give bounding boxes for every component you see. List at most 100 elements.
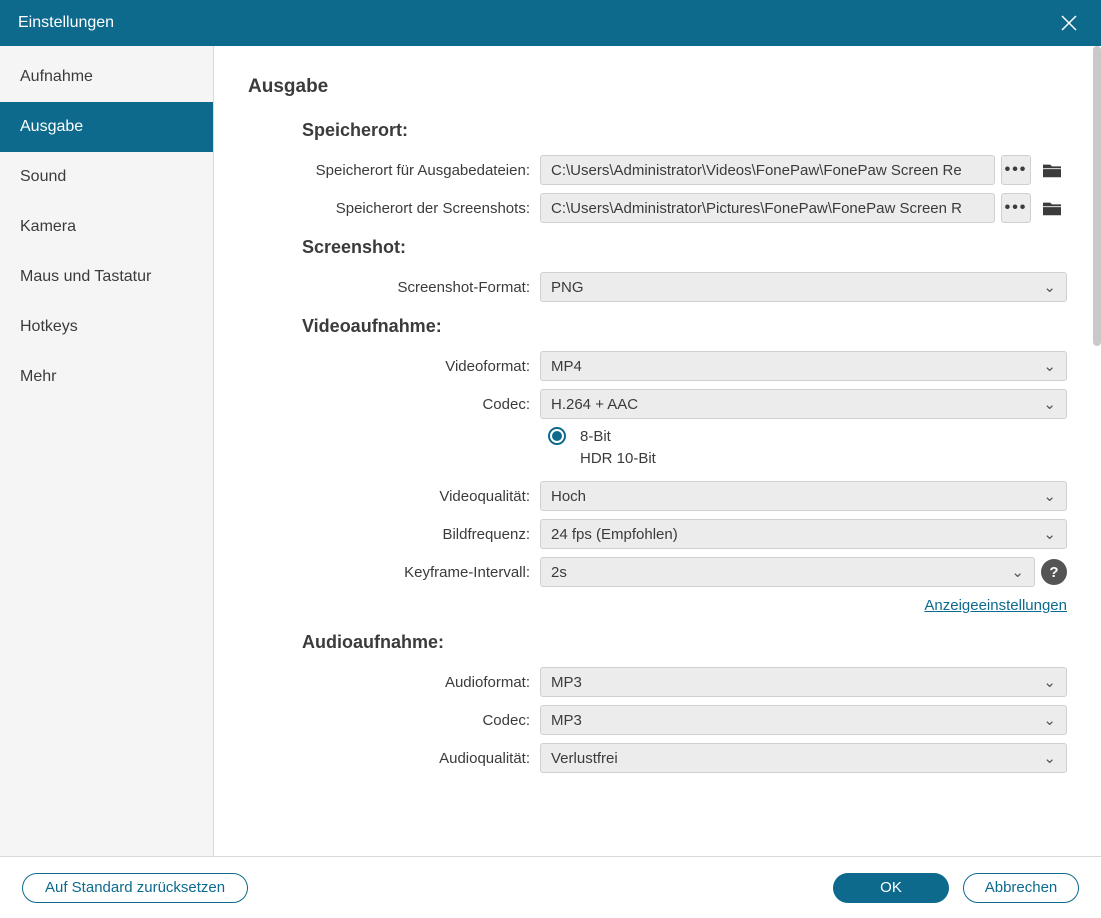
chevron-down-icon: ⌄ bbox=[1043, 395, 1056, 413]
chevron-down-icon: ⌄ bbox=[1043, 278, 1056, 296]
label-output-path: Speicherort für Ausgabedateien: bbox=[248, 162, 540, 179]
radio-icon-unselected bbox=[548, 449, 566, 467]
label-keyframe: Keyframe-Intervall: bbox=[248, 564, 540, 581]
dropdown-value: 24 fps (Empfohlen) bbox=[551, 526, 678, 543]
label-framerate: Bildfrequenz: bbox=[248, 526, 540, 543]
audio-format-dropdown[interactable]: MP3 ⌄ bbox=[540, 667, 1067, 697]
body: Aufnahme Ausgabe Sound Kamera Maus und T… bbox=[0, 46, 1101, 856]
sidebar-item-sound[interactable]: Sound bbox=[0, 152, 213, 202]
label-audio-quality: Audioqualität: bbox=[248, 750, 540, 767]
ok-button[interactable]: OK bbox=[833, 873, 949, 903]
row-keyframe: Keyframe-Intervall: 2s ⌄ ? bbox=[248, 557, 1067, 587]
section-title-storage: Speicherort: bbox=[302, 120, 1067, 141]
sidebar-item-aufnahme[interactable]: Aufnahme bbox=[0, 52, 213, 102]
folder-icon bbox=[1043, 200, 1061, 216]
folder-icon bbox=[1043, 162, 1061, 178]
ellipsis-icon: ••• bbox=[1005, 161, 1028, 179]
label-screenshot-path: Speicherort der Screenshots: bbox=[248, 200, 540, 217]
sidebar-item-label: Maus und Tastatur bbox=[20, 268, 151, 286]
button-label: Abbrechen bbox=[985, 879, 1058, 896]
label-audio-codec: Codec: bbox=[248, 712, 540, 729]
display-settings-link[interactable]: Anzeigeeinstellungen bbox=[924, 597, 1067, 614]
screenshot-path-value: C:\Users\Administrator\Pictures\FonePaw\… bbox=[551, 200, 962, 217]
section-title-screenshot: Screenshot: bbox=[302, 237, 1067, 258]
row-audio-quality: Audioqualität: Verlustfrei ⌄ bbox=[248, 743, 1067, 773]
label-video-format: Videoformat: bbox=[248, 358, 540, 375]
close-button[interactable] bbox=[1055, 9, 1083, 37]
chevron-down-icon: ⌄ bbox=[1043, 749, 1056, 767]
radio-hdr10bit[interactable]: HDR 10-Bit bbox=[548, 449, 1067, 467]
output-path-browse-button[interactable]: ••• bbox=[1001, 155, 1031, 185]
screenshot-format-dropdown[interactable]: PNG ⌄ bbox=[540, 272, 1067, 302]
section-title-video: Videoaufnahme: bbox=[302, 316, 1067, 337]
radio-label: 8-Bit bbox=[580, 428, 611, 445]
dropdown-value: MP4 bbox=[551, 358, 582, 375]
row-screenshot-path: Speicherort der Screenshots: C:\Users\Ad… bbox=[248, 193, 1067, 223]
video-quality-dropdown[interactable]: Hoch ⌄ bbox=[540, 481, 1067, 511]
settings-window: Einstellungen Aufnahme Ausgabe Sound Kam… bbox=[0, 0, 1101, 918]
section-title-audio: Audioaufnahme: bbox=[302, 632, 1067, 653]
row-video-codec: Codec: H.264 + AAC ⌄ bbox=[248, 389, 1067, 419]
page-title: Ausgabe bbox=[248, 76, 1067, 98]
row-framerate: Bildfrequenz: 24 fps (Empfohlen) ⌄ bbox=[248, 519, 1067, 549]
chevron-down-icon: ⌄ bbox=[1043, 525, 1056, 543]
chevron-down-icon: ⌄ bbox=[1043, 357, 1056, 375]
dropdown-value: 2s bbox=[551, 564, 567, 581]
dropdown-value: Hoch bbox=[551, 488, 586, 505]
close-icon bbox=[1061, 15, 1077, 31]
sidebar-item-hotkeys[interactable]: Hotkeys bbox=[0, 302, 213, 352]
ellipsis-icon: ••• bbox=[1005, 199, 1028, 217]
sidebar-item-maus-tastatur[interactable]: Maus und Tastatur bbox=[0, 252, 213, 302]
keyframe-help-button[interactable]: ? bbox=[1041, 559, 1067, 585]
sidebar-item-kamera[interactable]: Kamera bbox=[0, 202, 213, 252]
framerate-dropdown[interactable]: 24 fps (Empfohlen) ⌄ bbox=[540, 519, 1067, 549]
audio-quality-dropdown[interactable]: Verlustfrei ⌄ bbox=[540, 743, 1067, 773]
sidebar-item-label: Hotkeys bbox=[20, 318, 78, 336]
sidebar-item-ausgabe[interactable]: Ausgabe bbox=[0, 102, 213, 152]
output-path-value: C:\Users\Administrator\Videos\FonePaw\Fo… bbox=[551, 162, 962, 179]
label-video-quality: Videoqualität: bbox=[248, 488, 540, 505]
label-video-codec: Codec: bbox=[248, 396, 540, 413]
dropdown-value: MP3 bbox=[551, 712, 582, 729]
button-label: OK bbox=[880, 879, 902, 896]
chevron-down-icon: ⌄ bbox=[1043, 711, 1056, 729]
display-settings-row: Anzeigeeinstellungen bbox=[248, 597, 1067, 614]
row-audio-format: Audioformat: MP3 ⌄ bbox=[248, 667, 1067, 697]
footer: Auf Standard zurücksetzen OK Abbrechen bbox=[0, 856, 1101, 918]
sidebar-item-label: Kamera bbox=[20, 218, 76, 236]
question-icon: ? bbox=[1049, 564, 1058, 581]
sidebar-item-label: Aufnahme bbox=[20, 68, 93, 86]
keyframe-dropdown[interactable]: 2s ⌄ bbox=[540, 557, 1035, 587]
row-video-quality: Videoqualität: Hoch ⌄ bbox=[248, 481, 1067, 511]
reset-button[interactable]: Auf Standard zurücksetzen bbox=[22, 873, 248, 903]
screenshot-path-field[interactable]: C:\Users\Administrator\Pictures\FonePaw\… bbox=[540, 193, 995, 223]
radio-label: HDR 10-Bit bbox=[580, 450, 656, 467]
cancel-button[interactable]: Abbrechen bbox=[963, 873, 1079, 903]
screenshot-path-open-folder-button[interactable] bbox=[1037, 193, 1067, 223]
radio-icon-selected bbox=[548, 427, 566, 445]
chevron-down-icon: ⌄ bbox=[1043, 487, 1056, 505]
chevron-down-icon: ⌄ bbox=[1043, 673, 1056, 691]
sidebar-item-mehr[interactable]: Mehr bbox=[0, 352, 213, 402]
audio-codec-dropdown[interactable]: MP3 ⌄ bbox=[540, 705, 1067, 735]
sidebar-item-label: Sound bbox=[20, 168, 66, 186]
output-path-field[interactable]: C:\Users\Administrator\Videos\FonePaw\Fo… bbox=[540, 155, 995, 185]
row-audio-codec: Codec: MP3 ⌄ bbox=[248, 705, 1067, 735]
button-label: Auf Standard zurücksetzen bbox=[45, 879, 225, 896]
radio-8bit[interactable]: 8-Bit bbox=[548, 427, 1067, 445]
sidebar-item-label: Mehr bbox=[20, 368, 56, 386]
screenshot-path-browse-button[interactable]: ••• bbox=[1001, 193, 1031, 223]
video-format-dropdown[interactable]: MP4 ⌄ bbox=[540, 351, 1067, 381]
output-path-open-folder-button[interactable] bbox=[1037, 155, 1067, 185]
scrollbar[interactable] bbox=[1093, 46, 1101, 346]
dropdown-value: MP3 bbox=[551, 674, 582, 691]
video-codec-dropdown[interactable]: H.264 + AAC ⌄ bbox=[540, 389, 1067, 419]
label-screenshot-format: Screenshot-Format: bbox=[248, 279, 540, 296]
dropdown-value: Verlustfrei bbox=[551, 750, 618, 767]
dropdown-value: H.264 + AAC bbox=[551, 396, 638, 413]
window-title: Einstellungen bbox=[18, 14, 114, 32]
sidebar: Aufnahme Ausgabe Sound Kamera Maus und T… bbox=[0, 46, 214, 856]
main-panel: Ausgabe Speicherort: Speicherort für Aus… bbox=[214, 46, 1101, 856]
chevron-down-icon: ⌄ bbox=[1011, 563, 1024, 581]
label-audio-format: Audioformat: bbox=[248, 674, 540, 691]
